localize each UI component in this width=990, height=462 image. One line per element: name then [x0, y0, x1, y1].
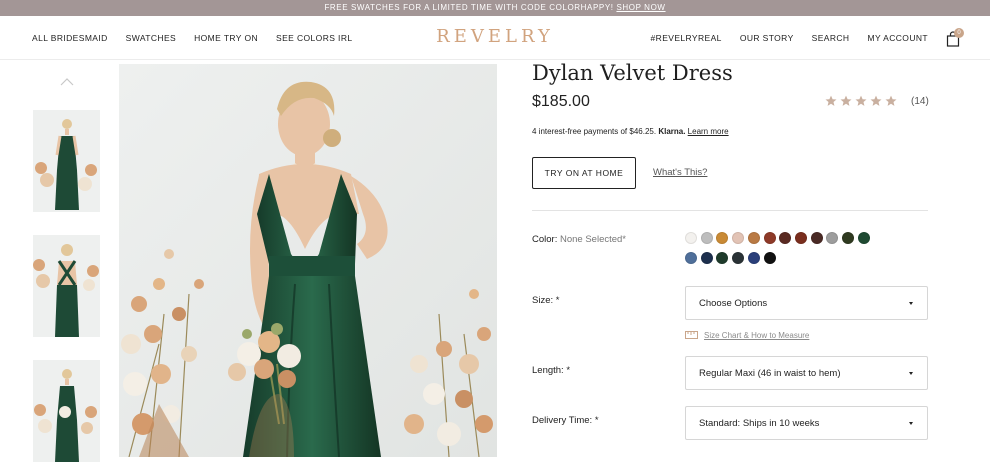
color-swatch[interactable] — [685, 232, 697, 244]
caret-down-icon — [909, 422, 913, 425]
color-swatch[interactable] — [826, 232, 839, 244]
size-label: Size: * — [532, 295, 560, 306]
thumbnail-front-view[interactable] — [33, 110, 100, 212]
color-selected-value: None Selected* — [559, 234, 627, 245]
star-icon — [855, 95, 867, 106]
delivery-time-select[interactable]: Standard: Ships in 10 weeks — [685, 406, 928, 440]
color-label-text: Color: — [532, 234, 558, 245]
announcement-text: FREE SWATCHES FOR A LIMITED TIME WITH CO… — [324, 3, 614, 12]
star-icon — [885, 95, 897, 106]
nav-search[interactable]: SEARCH — [812, 33, 850, 43]
thumbnail-back-view[interactable] — [33, 235, 100, 337]
color-swatch[interactable] — [732, 252, 745, 264]
color-swatch[interactable] — [732, 232, 745, 244]
star-icon — [840, 95, 852, 106]
model-in-green-velvet-dress-image — [119, 64, 497, 457]
color-swatch[interactable] — [700, 232, 713, 244]
dress-front-thumbnail-image — [33, 110, 100, 212]
thumbnail-bouquet-view[interactable] — [33, 360, 100, 462]
cart-count-badge: 0 — [954, 28, 964, 38]
color-swatch[interactable] — [700, 252, 713, 264]
rating-stars[interactable] — [825, 95, 897, 107]
color-swatch[interactable] — [857, 232, 870, 244]
nav-our-story[interactable]: OUR STORY — [740, 33, 794, 43]
star-icon — [825, 95, 837, 106]
color-swatch[interactable] — [842, 232, 854, 244]
color-swatch[interactable] — [763, 232, 776, 244]
announcement-bar: FREE SWATCHES FOR A LIMITED TIME WITH CO… — [0, 0, 990, 16]
delivery-time-select-value: Standard: Ships in 10 weeks — [699, 418, 820, 429]
klarna-payment-note: 4 interest-free payments of $46.25. Klar… — [532, 127, 729, 136]
length-label: Length: * — [532, 365, 571, 376]
color-swatch[interactable] — [810, 232, 823, 244]
caret-down-icon — [909, 302, 913, 305]
thumbnail-gallery — [32, 60, 102, 462]
color-swatch[interactable] — [747, 232, 760, 244]
color-label: Color: None Selected* — [532, 234, 626, 245]
nav-revelry-real[interactable]: #REVELRYREAL — [651, 33, 722, 43]
star-icon — [870, 95, 882, 106]
size-chart-link[interactable]: Size Chart & How to Measure — [704, 331, 809, 340]
klarna-brand: Klarna. — [658, 127, 686, 136]
color-swatch[interactable] — [716, 252, 729, 264]
nav-right: #REVELRYREAL OUR STORY SEARCH MY ACCOUNT — [651, 16, 928, 60]
caret-down-icon — [909, 372, 913, 375]
whats-this-link[interactable]: What's This? — [653, 167, 707, 178]
product-title: Dylan Velvet Dress — [532, 61, 733, 85]
color-swatch[interactable] — [794, 232, 807, 244]
length-select-value: Regular Maxi (46 in waist to hem) — [699, 368, 841, 379]
review-count[interactable]: (14) — [911, 96, 929, 107]
top-navigation: ALL BRIDESMAID SWATCHES HOME TRY ON SEE … — [0, 16, 990, 60]
try-on-at-home-button[interactable]: TRY ON AT HOME — [532, 157, 636, 189]
size-chart-link-row[interactable]: Size Chart & How to Measure — [685, 329, 809, 341]
color-swatch[interactable] — [716, 232, 729, 244]
dress-bouquet-thumbnail-image — [33, 360, 100, 462]
nav-my-account[interactable]: MY ACCOUNT — [867, 33, 928, 43]
dress-back-thumbnail-image — [33, 235, 100, 337]
main-product-image[interactable] — [119, 64, 497, 457]
delivery-time-label: Delivery Time: * — [532, 415, 599, 426]
color-swatch[interactable] — [763, 252, 776, 264]
color-swatch[interactable] — [747, 252, 760, 264]
ruler-icon — [685, 331, 698, 339]
color-swatch[interactable] — [685, 252, 697, 264]
size-select[interactable]: Choose Options — [685, 286, 928, 320]
product-price: $185.00 — [532, 93, 590, 110]
shop-now-link[interactable]: SHOP NOW — [616, 3, 665, 12]
klarna-learn-more-link[interactable]: Learn more — [688, 127, 729, 136]
color-swatch[interactable] — [779, 232, 792, 244]
section-divider — [532, 210, 928, 211]
klarna-text: 4 interest-free payments of $46.25. — [532, 127, 657, 136]
size-select-value: Choose Options — [699, 298, 768, 309]
chevron-up-icon[interactable] — [60, 78, 74, 86]
length-select[interactable]: Regular Maxi (46 in waist to hem) — [685, 356, 928, 390]
